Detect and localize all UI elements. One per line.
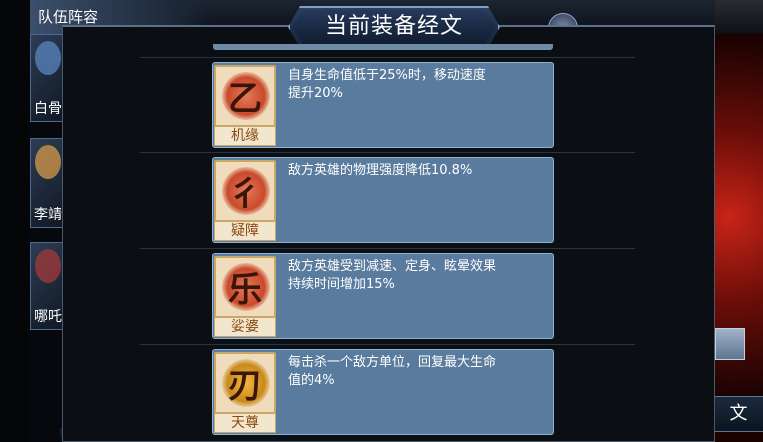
rune-jiyuan-icon: 乙 xyxy=(214,65,276,127)
divider xyxy=(140,57,635,58)
left-edge xyxy=(0,0,30,442)
hero-portrait xyxy=(35,145,61,179)
hero-name: 白骨 xyxy=(34,101,62,117)
rune-symbol: 乙 xyxy=(228,79,262,119)
rune-name: 天尊 xyxy=(214,413,276,433)
rune-description: 自身生命值低于25%时，移动速度提升20% xyxy=(288,68,486,101)
hero-portrait xyxy=(35,249,61,283)
rune-row[interactable]: 彳 疑障 敌方英雄的物理强度降低10.8% xyxy=(212,157,554,243)
hero-card-lijing[interactable]: 李靖 xyxy=(30,138,66,228)
rune-symbol: 刃 xyxy=(228,366,262,406)
side-button[interactable] xyxy=(715,328,745,360)
rune-yizhang-icon: 彳 xyxy=(214,160,276,222)
rune-name: 疑障 xyxy=(214,221,276,241)
rune-symbol: 乐 xyxy=(228,270,262,310)
dialog-title: 当前装备经文 xyxy=(292,10,496,44)
hero-card-nezha[interactable]: 哪吒 xyxy=(30,242,66,330)
hero-name: 哪吒 xyxy=(34,309,62,325)
rune-row[interactable]: 乐 娑婆 敌方英雄受到减速、定身、眩晕效果持续时间增加15% xyxy=(212,253,554,339)
rune-row[interactable]: 乙 机缘 自身生命值低于25%时，移动速度提升20% xyxy=(212,62,554,148)
rune-description: 敌方英雄受到减速、定身、眩晕效果持续时间增加15% xyxy=(288,259,497,292)
rune-symbol: 彳 xyxy=(228,174,262,214)
top-right-corner xyxy=(715,0,763,34)
side-text-button[interactable]: 文 xyxy=(712,396,763,432)
rune-tianzun-icon: 刃 xyxy=(214,352,276,414)
divider xyxy=(140,344,635,345)
scroll-indicator[interactable] xyxy=(213,44,553,50)
rune-row[interactable]: 刃 天尊 每击杀一个敌方单位，回复最大生命值的4% xyxy=(212,349,554,435)
rune-name: 机缘 xyxy=(214,126,276,146)
hero-card-baigu[interactable]: 白骨 xyxy=(30,34,66,122)
rune-description: 每击杀一个敌方单位，回复最大生命值的4% xyxy=(288,355,497,388)
rune-description: 敌方英雄的物理强度降低10.8% xyxy=(288,163,473,178)
dialog-header: 当前装备经文 xyxy=(288,6,500,48)
rune-name: 娑婆 xyxy=(214,317,276,337)
background-art xyxy=(715,34,763,442)
hero-portrait xyxy=(35,41,61,75)
divider xyxy=(140,152,635,153)
hero-name: 李靖 xyxy=(34,207,62,223)
rune-suopo-icon: 乐 xyxy=(214,256,276,318)
divider xyxy=(140,248,635,249)
